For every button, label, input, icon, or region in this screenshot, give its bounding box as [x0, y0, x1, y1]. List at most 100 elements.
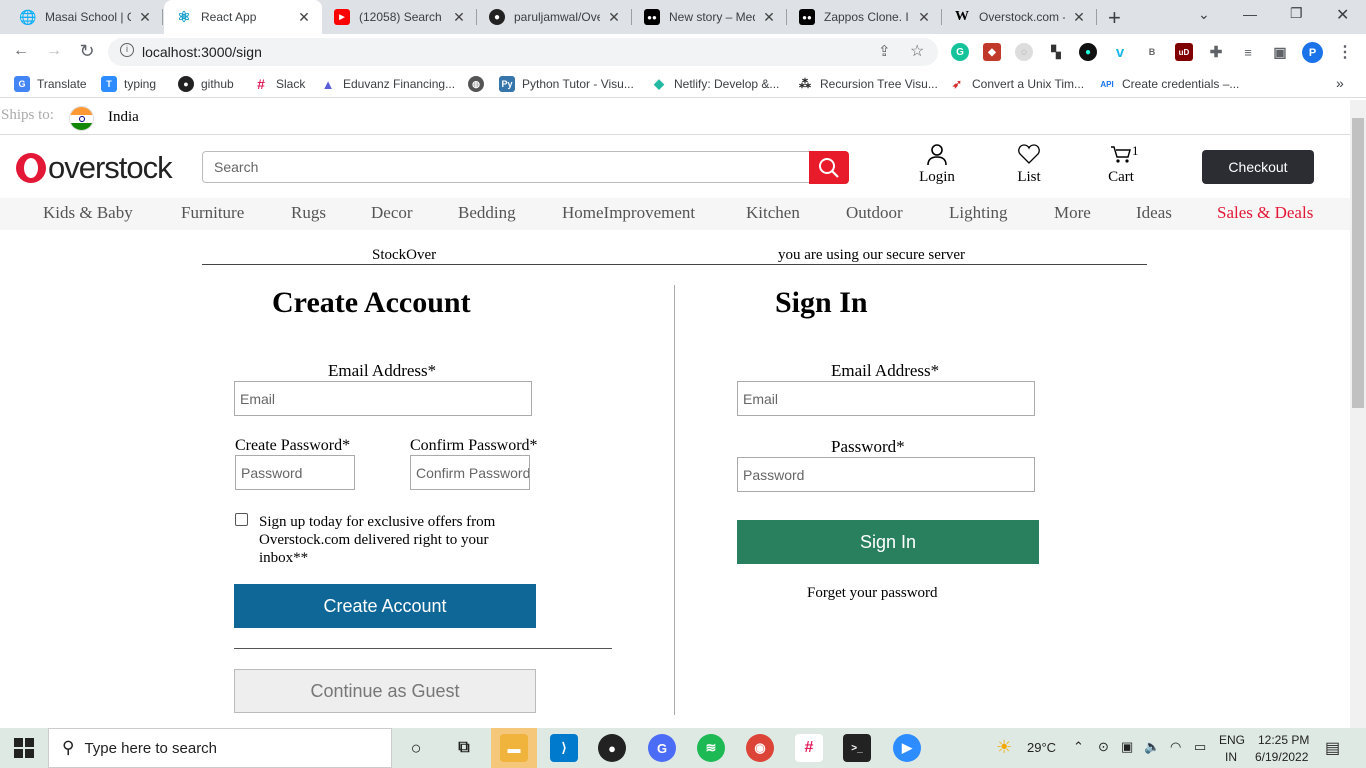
- browser-tab[interactable]: ●● New story – Med ✕: [632, 0, 787, 34]
- browser-tab[interactable]: ●● Zappos Clone. I a ✕: [787, 0, 942, 34]
- restore-icon[interactable]: ❐: [1290, 5, 1303, 22]
- signin-password-input[interactable]: [737, 457, 1035, 492]
- extension-icon[interactable]: ◆: [983, 43, 1001, 61]
- menu-kebab-icon[interactable]: ⋮: [1336, 43, 1354, 61]
- address-bar[interactable]: i localhost:3000/sign ⇪ ☆: [108, 38, 938, 66]
- nav-item-outdoor[interactable]: Outdoor: [846, 203, 903, 223]
- reload-icon[interactable]: ↻: [76, 41, 98, 62]
- search-input[interactable]: [202, 151, 810, 183]
- browser-tab-active[interactable]: ⚛ React App ✕: [164, 0, 322, 34]
- battery-icon[interactable]: ▭: [1194, 739, 1206, 755]
- weather-temp[interactable]: 29°C: [1027, 740, 1056, 755]
- close-icon[interactable]: ✕: [606, 9, 622, 26]
- confirm-password-input[interactable]: [410, 455, 530, 490]
- extension-icon[interactable]: ●: [1079, 43, 1097, 61]
- bookmark[interactable]: ◍: [468, 76, 491, 92]
- extension-icon[interactable]: ▚: [1047, 43, 1065, 61]
- browser-tab[interactable]: 🌐 Masai School | Co ✕: [8, 0, 163, 34]
- file-explorer-icon[interactable]: ▬: [500, 734, 528, 762]
- checkout-button[interactable]: Checkout: [1202, 150, 1314, 184]
- weather-icon[interactable]: ☀: [996, 737, 1012, 758]
- extension-icon[interactable]: B: [1143, 43, 1161, 61]
- volume-icon[interactable]: 🔈: [1144, 739, 1160, 755]
- close-icon[interactable]: ✕: [137, 9, 153, 26]
- signin-email-input[interactable]: [737, 381, 1035, 416]
- slack-icon[interactable]: #: [795, 734, 823, 762]
- ships-to-country[interactable]: India: [108, 109, 139, 126]
- cortana-icon[interactable]: ○: [402, 734, 430, 762]
- overstock-logo[interactable]: overstock: [16, 150, 173, 186]
- continue-as-guest-button[interactable]: Continue as Guest: [234, 669, 536, 713]
- tray-icon[interactable]: ▣: [1121, 739, 1133, 755]
- media-control-icon[interactable]: ≡: [1239, 43, 1257, 61]
- nav-item-kids-baby[interactable]: Kids & Baby: [43, 203, 133, 223]
- browser-tab[interactable]: ● paruljamwal/Ove ✕: [477, 0, 632, 34]
- bookmark[interactable]: API Create credentials –...: [1099, 76, 1239, 92]
- github-desktop-icon[interactable]: ●: [598, 734, 626, 762]
- back-icon[interactable]: ←: [10, 42, 32, 60]
- language-indicator[interactable]: ENG: [1219, 733, 1245, 747]
- bookmark[interactable]: ▲ Eduvanz Financing...: [320, 76, 455, 92]
- clock-time[interactable]: 12:25 PM: [1258, 733, 1309, 747]
- close-icon[interactable]: ✕: [451, 9, 467, 26]
- close-window-icon[interactable]: ✕: [1336, 5, 1349, 25]
- zoom-icon[interactable]: ▶: [893, 734, 921, 762]
- chrome-icon[interactable]: ◉: [746, 734, 774, 762]
- newsletter-checkbox[interactable]: [235, 513, 248, 526]
- bookmark[interactable]: ⁂ Recursion Tree Visu...: [797, 76, 938, 92]
- create-account-button[interactable]: Create Account: [234, 584, 536, 628]
- bookmark[interactable]: G Translate: [14, 76, 87, 92]
- chrome-profile-icon[interactable]: G: [648, 734, 676, 762]
- vimeo-icon[interactable]: v: [1111, 43, 1129, 61]
- profile-avatar[interactable]: P: [1302, 42, 1323, 63]
- nav-item-bedding[interactable]: Bedding: [458, 203, 516, 223]
- tab-search-icon[interactable]: ⌄: [1198, 6, 1210, 23]
- cart-link[interactable]: 1 Cart: [1091, 142, 1151, 186]
- minimize-icon[interactable]: —: [1243, 6, 1257, 22]
- more-bookmarks-icon[interactable]: »: [1336, 75, 1344, 91]
- close-icon[interactable]: ✕: [916, 9, 932, 26]
- nav-item-furniture[interactable]: Furniture: [181, 203, 244, 223]
- nav-item-more[interactable]: More: [1054, 203, 1091, 223]
- tray-icon[interactable]: ⊙: [1098, 739, 1109, 755]
- india-flag-icon[interactable]: [69, 106, 94, 131]
- site-info-icon[interactable]: i: [120, 43, 134, 57]
- bookmark[interactable]: Py Python Tutor - Visu...: [499, 76, 634, 92]
- nav-item-lighting[interactable]: Lighting: [949, 203, 1008, 223]
- nav-item-sales-deals[interactable]: Sales & Deals: [1217, 203, 1313, 223]
- notifications-icon[interactable]: ▤: [1325, 738, 1340, 758]
- extension-icon[interactable]: ◌: [1015, 43, 1033, 61]
- browser-tab[interactable]: W Overstock.com - ✕: [942, 0, 1097, 34]
- wifi-icon[interactable]: ◠: [1170, 739, 1181, 755]
- bookmark[interactable]: # Slack: [253, 76, 305, 92]
- windows-start-icon[interactable]: [14, 738, 34, 758]
- vscode-icon[interactable]: ⟩: [550, 734, 578, 762]
- bookmark[interactable]: ◆ Netlify: Develop &...: [651, 76, 779, 92]
- task-view-icon[interactable]: ⧉: [450, 734, 478, 762]
- nav-item-ideas[interactable]: Ideas: [1136, 203, 1172, 223]
- bookmark[interactable]: Ttyping: [101, 76, 156, 92]
- nav-item-rugs[interactable]: Rugs: [291, 203, 326, 223]
- list-link[interactable]: List: [999, 142, 1059, 186]
- search-button[interactable]: [809, 151, 849, 184]
- login-link[interactable]: Login: [907, 142, 967, 186]
- taskbar-search[interactable]: ⚲ Type here to search: [48, 728, 392, 768]
- bookmark-star-icon[interactable]: ☆: [910, 41, 924, 61]
- close-icon[interactable]: ✕: [296, 9, 312, 26]
- nav-item-home-improvement[interactable]: HomeImprovement: [562, 203, 695, 223]
- close-icon[interactable]: ✕: [761, 9, 777, 26]
- share-icon[interactable]: ⇪: [878, 42, 891, 60]
- spotify-icon[interactable]: ≋: [697, 734, 725, 762]
- clock-date[interactable]: 6/19/2022: [1255, 750, 1308, 764]
- sign-in-button[interactable]: Sign In: [737, 520, 1039, 564]
- browser-tab[interactable]: ▶ (12058) Search Fi ✕: [322, 0, 477, 34]
- forgot-password-link[interactable]: Forget your password: [807, 585, 938, 602]
- side-panel-icon[interactable]: ▣: [1271, 43, 1289, 61]
- extensions-puzzle-icon[interactable]: ✚: [1207, 43, 1225, 61]
- new-tab-icon[interactable]: +: [1108, 5, 1121, 31]
- bookmark[interactable]: ➶ Convert a Unix Tim...: [949, 76, 1084, 92]
- ublock-icon[interactable]: uD: [1175, 43, 1193, 61]
- terminal-icon[interactable]: >_: [843, 734, 871, 762]
- nav-item-decor[interactable]: Decor: [371, 203, 413, 223]
- bookmark[interactable]: ● github: [178, 76, 234, 92]
